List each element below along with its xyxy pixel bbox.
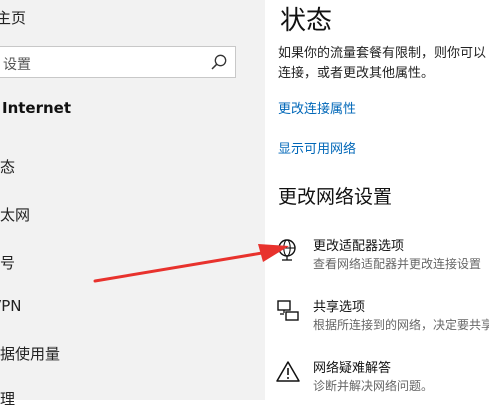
- change-adapter-options-item[interactable]: 更改适配器选项 查看网络适配器并更改连接设置: [275, 237, 489, 281]
- setting-description: 诊断并解决网络问题。: [313, 379, 434, 393]
- sidebar-section-title: Internet: [2, 99, 72, 117]
- warning-icon: [276, 361, 300, 382]
- sidebar-item-dialup[interactable]: 拨号: [0, 252, 15, 273]
- search-box[interactable]: 设置: [0, 46, 236, 78]
- main-panel: 状态 如果你的流量套餐有限制，则你可以 连接，或者更改其他属性。 更改连接属性 …: [265, 0, 489, 400]
- change-network-settings-heading: 更改网络设置: [278, 186, 393, 208]
- sidebar-item-data-usage[interactable]: 数据使用量: [0, 343, 60, 364]
- status-description: 如果你的流量套餐有限制，则你可以 连接，或者更改其他属性。: [278, 44, 486, 84]
- page-title: 状态: [280, 6, 333, 36]
- setting-description: 根据所连接到的网络，决定要共享: [313, 318, 489, 332]
- sidebar-item-proxy[interactable]: 代理: [0, 388, 15, 409]
- settings-sidebar: 主页 设置 Internet 状态 以太网 拨号 VPN 数据使用量 代理: [0, 0, 265, 408]
- sidebar-item-status[interactable]: 状态: [0, 156, 15, 177]
- adapter-globe-icon: [278, 239, 296, 261]
- sharing-options-item[interactable]: 共享选项 根据所连接到的网络，决定要共享: [275, 298, 489, 342]
- sidebar-item-ethernet[interactable]: 以太网: [0, 204, 30, 225]
- description-line-2: 连接，或者更改其他属性。: [278, 66, 435, 81]
- search-icon[interactable]: [210, 53, 228, 71]
- sharing-icon: [277, 300, 299, 321]
- show-available-networks-link[interactable]: 显示可用网络: [278, 138, 356, 157]
- sidebar-item-vpn[interactable]: VPN: [0, 297, 22, 315]
- setting-title: 网络疑难解答: [313, 361, 392, 376]
- setting-title: 更改适配器选项: [313, 239, 405, 254]
- network-troubleshooter-item[interactable]: 网络疑难解答 诊断并解决网络问题。: [275, 359, 489, 403]
- change-connection-properties-link[interactable]: 更改连接属性: [278, 98, 356, 117]
- setting-description: 查看网络适配器并更改连接设置: [313, 257, 482, 271]
- description-line-1: 如果你的流量套餐有限制，则你可以: [278, 46, 487, 61]
- search-input[interactable]: 设置: [3, 54, 31, 74]
- setting-title: 共享选项: [313, 300, 366, 315]
- sidebar-home[interactable]: 主页: [0, 7, 26, 28]
